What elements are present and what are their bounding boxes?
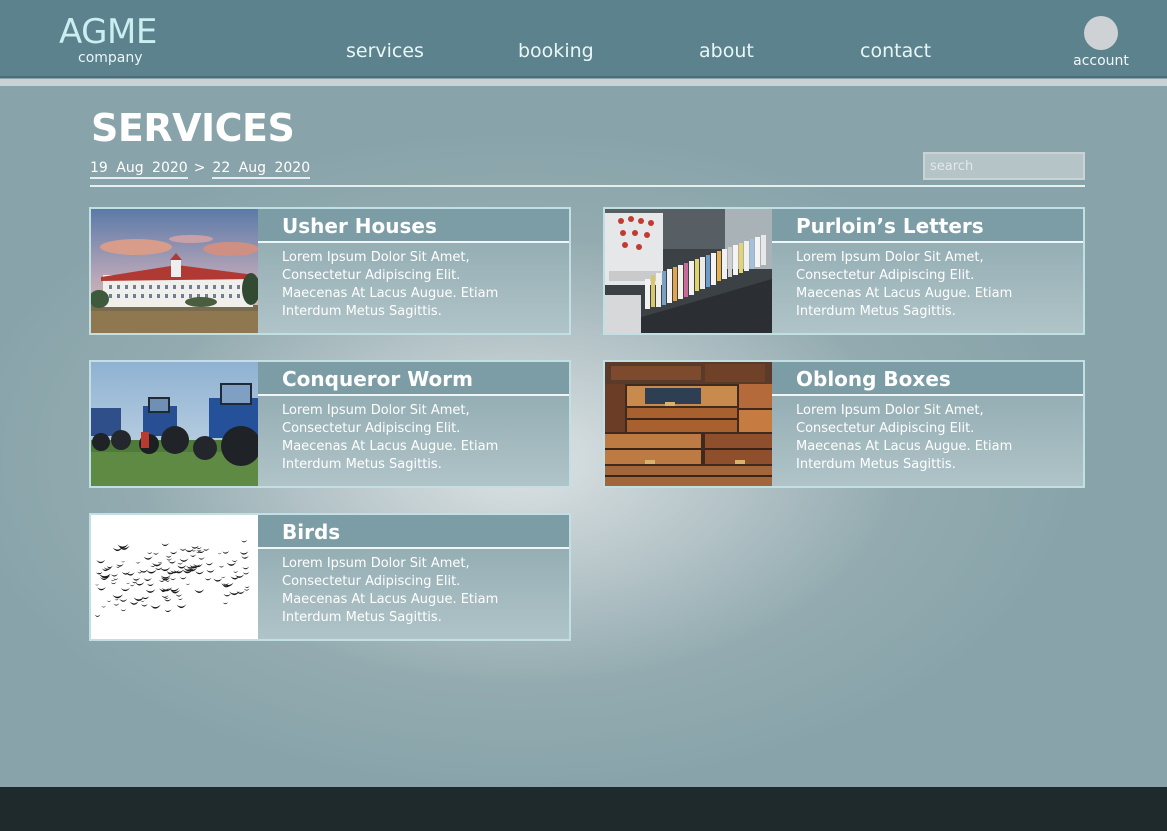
card-desc-line: Consectetur Adipiscing Elit.	[796, 268, 975, 283]
header-divider	[0, 79, 1167, 86]
date-from[interactable]: 19 Aug 2020	[90, 160, 188, 179]
card-title: Purloin’s Letters	[796, 214, 984, 238]
service-card-oblong-boxes[interactable]: Oblong Boxes Lorem Ipsum Dolor Sit Amet,…	[603, 360, 1085, 488]
logo-title: AGME	[59, 12, 157, 52]
card-desc-line: Interdum Metus Sagittis.	[282, 610, 442, 625]
card-desc-line: Consectetur Adipiscing Elit.	[282, 421, 461, 436]
nav-booking[interactable]: booking	[518, 40, 594, 62]
date-to[interactable]: 22 Aug 2020	[212, 160, 311, 179]
card-desc-line: Interdum Metus Sagittis.	[796, 457, 956, 472]
card-desc-line: Lorem Ipsum Dolor Sit Amet,	[796, 403, 984, 418]
service-image-suitcases	[605, 362, 772, 486]
card-desc-line: Consectetur Adipiscing Elit.	[796, 421, 975, 436]
card-desc-line: Lorem Ipsum Dolor Sit Amet,	[282, 250, 470, 265]
card-desc-line: Interdum Metus Sagittis.	[282, 304, 442, 319]
section-divider	[90, 185, 1085, 187]
service-image-birds	[91, 515, 258, 639]
card-header: Birds	[258, 515, 569, 549]
service-image-tractors	[91, 362, 258, 486]
header-bar: AGME company services booking about cont…	[0, 0, 1167, 78]
card-desc-line: Interdum Metus Sagittis.	[282, 457, 442, 472]
card-description: Lorem Ipsum Dolor Sit Amet, Consectetur …	[796, 249, 1076, 321]
avatar[interactable]	[1084, 16, 1118, 50]
card-title: Conqueror Worm	[282, 367, 473, 391]
card-header: Purloin’s Letters	[772, 209, 1083, 243]
card-desc-line: Consectetur Adipiscing Elit.	[282, 268, 461, 283]
card-desc-line: Maecenas At Lacus Augue. Etiam	[282, 286, 499, 301]
card-title: Oblong Boxes	[796, 367, 951, 391]
card-description: Lorem Ipsum Dolor Sit Amet, Consectetur …	[282, 249, 562, 321]
card-description: Lorem Ipsum Dolor Sit Amet, Consectetur …	[796, 402, 1076, 474]
service-image-hotel	[91, 209, 258, 333]
card-header: Usher Houses	[258, 209, 569, 243]
nav-about[interactable]: about	[699, 40, 754, 62]
account-button[interactable]: account	[1066, 16, 1136, 72]
nav-contact[interactable]: contact	[860, 40, 931, 62]
service-image-mail-sorter	[605, 209, 772, 333]
card-description: Lorem Ipsum Dolor Sit Amet, Consectetur …	[282, 555, 562, 627]
card-desc-line: Lorem Ipsum Dolor Sit Amet,	[282, 556, 470, 571]
card-desc-line: Lorem Ipsum Dolor Sit Amet,	[282, 403, 470, 418]
card-header: Oblong Boxes	[772, 362, 1083, 396]
search-input[interactable]	[923, 152, 1085, 180]
card-desc-line: Lorem Ipsum Dolor Sit Amet,	[796, 250, 984, 265]
card-desc-line: Consectetur Adipiscing Elit.	[282, 574, 461, 589]
service-card-conqueror-worm[interactable]: Conqueror Worm Lorem Ipsum Dolor Sit Ame…	[89, 360, 571, 488]
service-card-purloins-letters[interactable]: Purloin’s Letters Lorem Ipsum Dolor Sit …	[603, 207, 1085, 335]
service-card-usher-houses[interactable]: Usher Houses Lorem Ipsum Dolor Sit Amet,…	[89, 207, 571, 335]
card-desc-line: Maecenas At Lacus Augue. Etiam	[796, 439, 1013, 454]
card-header: Conqueror Worm	[258, 362, 569, 396]
card-desc-line: Interdum Metus Sagittis.	[796, 304, 956, 319]
account-label: account	[1073, 53, 1129, 69]
footer-bar	[0, 787, 1167, 831]
card-description: Lorem Ipsum Dolor Sit Amet, Consectetur …	[282, 402, 562, 474]
logo-subtitle: company	[78, 50, 143, 66]
page-title: SERVICES	[91, 106, 295, 150]
date-separator: >	[193, 160, 206, 176]
card-desc-line: Maecenas At Lacus Augue. Etiam	[282, 592, 499, 607]
company-logo[interactable]: AGME company	[59, 12, 169, 72]
nav-services[interactable]: services	[346, 40, 424, 62]
card-desc-line: Maecenas At Lacus Augue. Etiam	[282, 439, 499, 454]
card-title: Usher Houses	[282, 214, 437, 238]
service-card-birds[interactable]: Birds Lorem Ipsum Dolor Sit Amet, Consec…	[89, 513, 571, 641]
card-title: Birds	[282, 520, 341, 544]
card-desc-line: Maecenas At Lacus Augue. Etiam	[796, 286, 1013, 301]
date-range: 19 Aug 2020 >22 Aug 2020	[90, 160, 311, 179]
